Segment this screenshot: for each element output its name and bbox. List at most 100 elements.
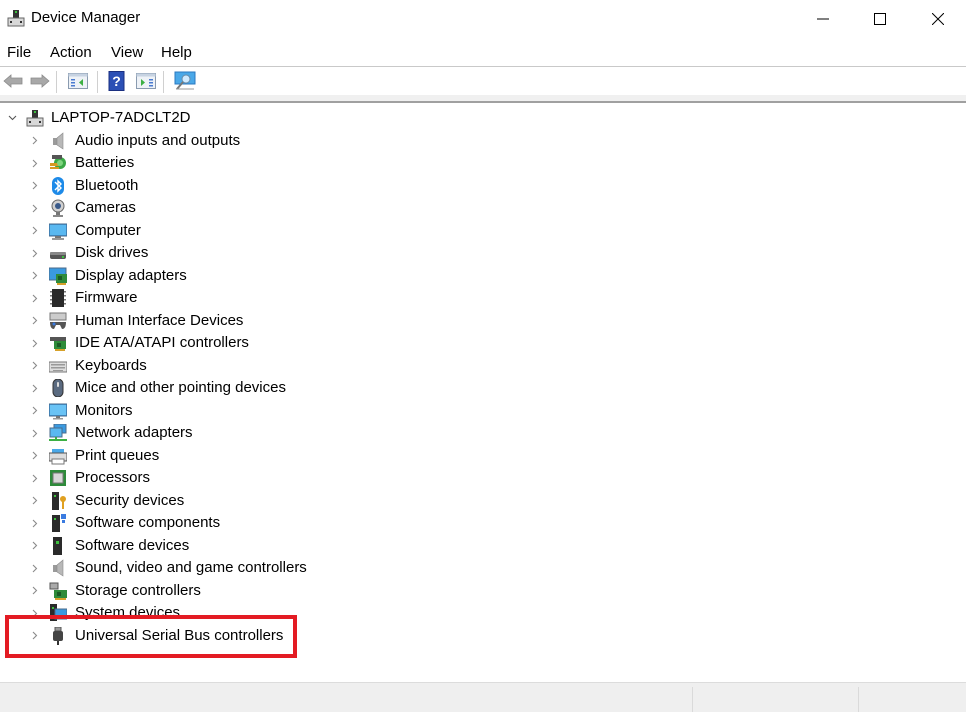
storage-controller-icon (49, 582, 67, 600)
maximize-icon (874, 13, 886, 25)
chevron-right-icon[interactable] (29, 135, 41, 147)
show-hide-action-pane-button[interactable] (134, 70, 158, 92)
chevron-right-icon[interactable] (29, 360, 41, 372)
menu-help[interactable]: Help (161, 44, 192, 61)
window-title: Device Manager (31, 9, 141, 26)
tree-item-label: Software components (75, 514, 221, 531)
tree-item-label: Security devices (75, 491, 185, 509)
tree-category-item[interactable]: Human Interface Devices (0, 310, 600, 332)
tree-item-label: Firmware (75, 289, 138, 306)
tree-item-label: Computer (75, 221, 141, 239)
chevron-right-icon[interactable] (29, 180, 41, 192)
status-bar (0, 682, 966, 712)
tree-category-item[interactable]: Display adapters (0, 265, 600, 287)
tree-category-item[interactable]: IDE ATA/ATAPI controllers (0, 332, 600, 354)
tree-category-item[interactable]: Computer (0, 220, 600, 242)
chevron-right-icon[interactable] (29, 225, 41, 237)
monitor-icon (48, 402, 68, 420)
status-pane-divider (692, 687, 693, 712)
chevron-right-icon[interactable] (29, 540, 41, 552)
firmware-icon (49, 289, 67, 307)
tree-item-label: IDE ATA/ATAPI controllers (75, 334, 249, 351)
battery-icon (49, 154, 67, 172)
chevron-right-icon[interactable] (29, 405, 41, 417)
tree-item-label: Storage controllers (75, 581, 201, 599)
tree-item-label: Processors (75, 469, 151, 486)
chevron-right-icon[interactable] (29, 427, 41, 439)
display-adapter-icon (48, 267, 67, 285)
network-adapter-icon (49, 423, 67, 442)
tree-category-item[interactable]: Keyboards (0, 355, 600, 377)
tree-category-item[interactable]: Processors (0, 467, 600, 489)
chevron-right-icon[interactable] (29, 270, 41, 282)
chevron-right-icon[interactable] (29, 585, 41, 597)
tree-category-item[interactable]: Storage controllers (0, 580, 600, 602)
tree-item-label: Mice and other pointing devices (75, 379, 286, 396)
speaker-icon (49, 131, 67, 150)
tree-category-item[interactable]: Network adapters (0, 422, 600, 444)
svg-text:?: ? (112, 73, 121, 89)
menu-view[interactable]: View (111, 44, 143, 61)
maximize-button[interactable] (851, 0, 909, 38)
tree-root-node[interactable]: LAPTOP-7ADCLT2D (0, 107, 600, 129)
tree-category-item[interactable]: Disk drives (0, 242, 600, 264)
tree-category-item[interactable]: Mice and other pointing devices (0, 377, 600, 399)
chevron-right-icon[interactable] (29, 450, 41, 462)
mouse-icon (49, 378, 67, 398)
help-button[interactable]: ? (105, 70, 129, 92)
chevron-right-icon[interactable] (29, 202, 41, 214)
chevron-right-icon[interactable] (29, 315, 41, 327)
device-tree[interactable]: LAPTOP-7ADCLT2D Audio inputs and outputs B… (0, 106, 966, 621)
title-bar: Device Manager (0, 0, 966, 38)
toolbar-separator (56, 71, 57, 93)
chevron-right-icon[interactable] (29, 517, 41, 529)
processor-icon (49, 469, 67, 487)
tree-category-item[interactable]: Audio inputs and outputs (0, 130, 600, 152)
chevron-right-icon[interactable] (29, 157, 41, 169)
tree-category-item[interactable]: Software devices (0, 535, 600, 557)
tree-category-item[interactable]: Firmware (0, 287, 600, 309)
tree-category-item[interactable]: Bluetooth (0, 175, 600, 197)
chevron-right-icon[interactable] (29, 562, 41, 574)
tree-item-label: Batteries (75, 154, 135, 171)
device-manager-icon (7, 10, 25, 27)
chevron-right-icon[interactable] (29, 337, 41, 349)
tree-category-item[interactable]: Batteries (0, 152, 600, 174)
tree-category-item[interactable]: Security devices (0, 490, 600, 512)
annotation-highlight-box (5, 615, 297, 658)
bluetooth-icon (49, 176, 67, 195)
tree-category-item[interactable]: Software components (0, 512, 600, 534)
tree-category-item[interactable]: Monitors (0, 400, 600, 422)
tree-item-label: Sound, video and game controllers (75, 559, 307, 576)
tree-item-label: Monitors (75, 401, 133, 419)
forward-button[interactable] (28, 70, 52, 92)
tree-item-label: Network adapters (75, 424, 193, 441)
minimize-icon (817, 18, 829, 20)
chevron-right-icon[interactable] (29, 382, 41, 394)
computer-root-icon (26, 109, 44, 127)
minimize-button[interactable] (794, 0, 852, 38)
scan-hardware-icon (174, 71, 196, 90)
close-icon (932, 13, 944, 25)
chevron-right-icon[interactable] (29, 292, 41, 304)
show-hide-console-tree-button[interactable] (66, 70, 90, 92)
menu-bar: File Action View Help (0, 40, 966, 66)
menu-action[interactable]: Action (50, 44, 92, 61)
tree-category-item[interactable]: Cameras (0, 197, 600, 219)
tree-item-label: Software devices (75, 536, 190, 554)
chevron-down-icon[interactable] (6, 112, 18, 124)
menu-file[interactable]: File (7, 44, 31, 61)
chevron-right-icon[interactable] (29, 472, 41, 484)
close-button[interactable] (909, 0, 966, 38)
back-button[interactable] (1, 70, 25, 92)
scan-hardware-changes-button[interactable] (173, 70, 197, 92)
action-pane-icon (136, 73, 156, 89)
tree-item-label: LAPTOP-7ADCLT2D (51, 109, 191, 126)
software-device-icon (49, 536, 67, 555)
tree-category-item[interactable]: Sound, video and game controllers (0, 557, 600, 579)
tree-category-item[interactable]: Print queues (0, 445, 600, 467)
tree-item-label: Audio inputs and outputs (75, 131, 241, 149)
speaker-icon (49, 559, 67, 577)
chevron-right-icon[interactable] (29, 495, 41, 507)
chevron-right-icon[interactable] (29, 247, 41, 259)
